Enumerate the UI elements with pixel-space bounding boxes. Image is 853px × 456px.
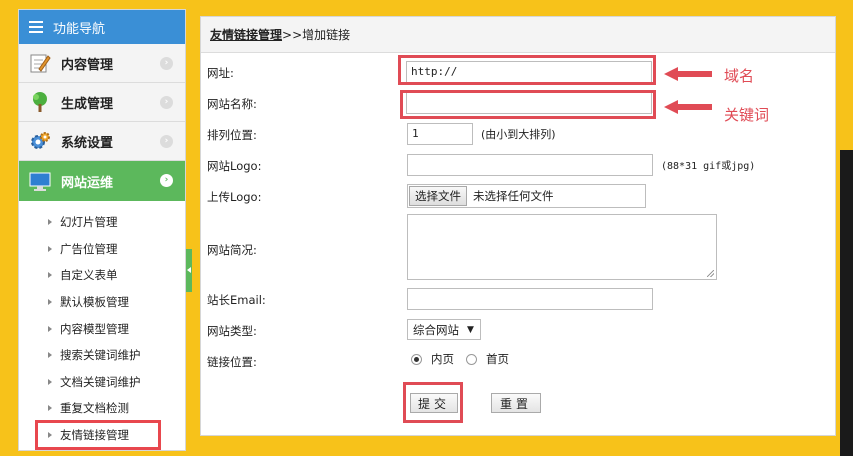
triangle-right-icon — [48, 405, 52, 412]
upload-logo-label: 上传Logo: — [207, 190, 262, 204]
order-input-value: 1 — [412, 127, 419, 140]
triangle-right-icon — [48, 432, 52, 439]
order-hint: (由小到大排列) — [481, 128, 556, 141]
sidebar-submenu: 幻灯片管理 广告位管理 自定义表单 默认模板管理 内容模型管理 搜索关键词维护 … — [19, 201, 185, 450]
url-label: 网址: — [207, 66, 234, 80]
sidebar-subitem-label: 广告位管理 — [60, 241, 118, 256]
arrow-left-icon — [664, 67, 712, 81]
sidebar-header: 功能导航 — [19, 10, 185, 44]
sidebar-subitem-label: 文档关键词维护 — [60, 374, 141, 389]
triangle-right-icon — [48, 325, 52, 332]
chevron-right-icon: › — [160, 57, 173, 70]
sidebar-subitem-label: 默认模板管理 — [60, 295, 129, 310]
sidebar-menu-label: 系统设置 — [61, 135, 114, 151]
order-label: 排列位置: — [207, 128, 257, 142]
link-position-label: 链接位置: — [207, 355, 257, 369]
site-type-label: 网站类型: — [207, 324, 257, 338]
logo-label: 网站Logo: — [207, 159, 262, 173]
triangle-right-icon — [48, 378, 52, 385]
background-strip-top — [840, 0, 853, 150]
annotation-box-submit — [403, 382, 463, 423]
radio-home-page[interactable] — [466, 353, 477, 365]
sidebar-menu-label: 内容管理 — [61, 57, 114, 73]
annotation-domain: 域名 — [724, 67, 755, 85]
sidebar-menu-label: 生成管理 — [61, 96, 114, 112]
description-label: 网站简况: — [207, 243, 257, 257]
sidebar-subitem-templates[interactable]: 默认模板管理 — [19, 289, 185, 316]
sidebar-subitem-ads[interactable]: 广告位管理 — [19, 236, 185, 263]
chevron-right-icon: › — [160, 96, 173, 109]
sidebar-collapse-handle[interactable] — [186, 249, 192, 292]
annotation-keyword: 关键词 — [724, 106, 770, 124]
email-input[interactable] — [407, 288, 653, 310]
site-type-select[interactable]: 综合网站 ▼ — [407, 319, 481, 340]
sidebar-subitem-label: 友情链接管理 — [60, 428, 129, 443]
tree-icon — [29, 91, 51, 113]
sidebar: 功能导航 内容管理 › 生成管理 › 系统设置 › 网站运维 › 幻灯片管理 广… — [18, 9, 186, 451]
reset-button[interactable]: 重置 — [491, 393, 541, 413]
annotation-box-url — [398, 55, 656, 85]
triangle-right-icon — [48, 299, 52, 306]
sidebar-subitem-custom-form[interactable]: 自定义表单 — [19, 262, 185, 289]
edit-icon — [29, 52, 51, 74]
email-label: 站长Email: — [207, 293, 266, 307]
breadcrumb-current: >>增加链接 — [282, 28, 351, 42]
radio-home-page-label: 首页 — [486, 352, 509, 366]
sidebar-subitem-label: 重复文档检测 — [60, 401, 129, 416]
arrow-left-icon — [664, 100, 712, 114]
sidebar-subitem-label: 内容模型管理 — [60, 321, 129, 336]
sidebar-subitem-search-keywords[interactable]: 搜索关键词维护 — [19, 342, 185, 369]
site-type-value: 综合网站 — [413, 322, 459, 337]
chevron-right-icon: › — [160, 174, 173, 187]
sidebar-subitem-label: 搜索关键词维护 — [60, 348, 141, 363]
triangle-right-icon — [48, 245, 52, 252]
triangle-right-icon — [48, 352, 52, 359]
link-position-radios: 内页 首页 — [411, 351, 509, 367]
sidebar-subitem-duplicate-check[interactable]: 重复文档检测 — [19, 395, 185, 422]
site-name-label: 网站名称: — [207, 97, 257, 111]
sidebar-subitem-doc-keywords[interactable]: 文档关键词维护 — [19, 369, 185, 396]
annotation-box-site-name — [400, 90, 656, 119]
description-textarea[interactable] — [407, 214, 717, 280]
sidebar-menu-operations[interactable]: 网站运维 › — [19, 161, 185, 201]
choose-file-button[interactable]: 选择文件 — [409, 186, 467, 206]
dropdown-caret-icon: ▼ — [467, 324, 474, 335]
sidebar-menu-settings[interactable]: 系统设置 › — [19, 122, 185, 161]
file-status-text: 未选择任何文件 — [473, 189, 554, 203]
chevron-right-icon: › — [160, 135, 173, 148]
resize-grip-icon[interactable] — [707, 270, 714, 277]
triangle-right-icon — [48, 272, 52, 279]
sidebar-subitem-label: 自定义表单 — [60, 268, 118, 283]
sidebar-subitem-slides[interactable]: 幻灯片管理 — [19, 209, 185, 236]
radio-inner-page-label: 内页 — [431, 352, 454, 366]
order-input[interactable]: 1 — [407, 123, 473, 145]
sidebar-menu-content[interactable]: 内容管理 › — [19, 44, 185, 83]
sidebar-subitem-friend-links[interactable]: 友情链接管理 — [35, 419, 161, 450]
sidebar-header-title: 功能导航 — [53, 21, 106, 37]
breadcrumb: 友情链接管理 >>增加链接 — [201, 17, 835, 53]
sidebar-menu-label: 网站运维 — [61, 175, 114, 191]
logo-hint: (88*31 gif或jpg) — [661, 161, 756, 172]
upload-logo-field: 选择文件 未选择任何文件 — [407, 184, 646, 208]
sidebar-subitem-content-models[interactable]: 内容模型管理 — [19, 315, 185, 342]
breadcrumb-link[interactable]: 友情链接管理 — [210, 26, 282, 43]
sidebar-menu-generate[interactable]: 生成管理 › — [19, 83, 185, 122]
logo-input[interactable] — [407, 154, 653, 176]
sidebar-subitem-label: 幻灯片管理 — [60, 215, 118, 230]
triangle-right-icon — [48, 219, 52, 226]
gear-icon — [29, 130, 51, 152]
list-icon — [29, 21, 43, 33]
monitor-icon — [29, 170, 51, 192]
radio-inner-page[interactable] — [411, 353, 422, 365]
